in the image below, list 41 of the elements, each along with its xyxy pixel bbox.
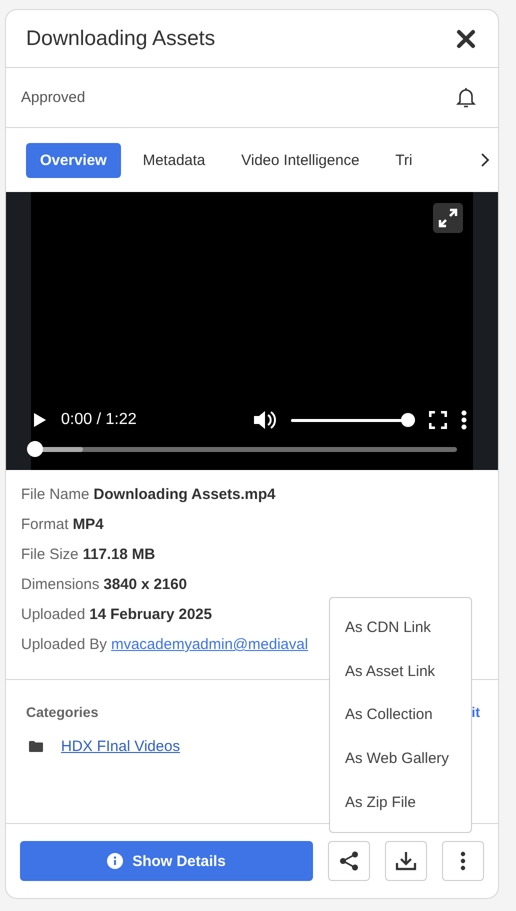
time-display: 0:00 / 1:22 [61,411,137,429]
more-button[interactable] [442,841,484,881]
fullscreen-icon[interactable] [429,411,447,429]
bell-icon[interactable] [456,86,476,109]
menu-item[interactable]: As Asset Link [330,651,471,692]
volume-icon[interactable] [253,409,277,431]
menu-item[interactable]: As Zip File [330,782,471,822]
detail-line: File Name Downloading Assets.mp4 [21,486,277,504]
download-icon [395,851,417,871]
detail-line: File Size 117.18 MB [21,546,156,564]
detail-line: Uploaded By mvacademyadmin@mediaval [21,636,310,654]
menu-item[interactable]: As CDN Link [330,608,471,648]
show-details-button[interactable]: Show Details [20,841,313,881]
share-button[interactable] [328,841,370,881]
info-icon [107,853,124,869]
detail-line: Format MP4 [21,516,105,534]
volume-slider[interactable] [291,412,415,428]
section-heading: Categories [26,704,98,720]
menu-item[interactable]: As Collection [330,694,471,735]
share-icon [339,851,359,871]
tab[interactable]: Metadata [128,142,220,178]
play-icon[interactable] [33,412,47,428]
expand-button[interactable] [433,203,463,233]
tab[interactable]: Overview [26,142,121,178]
chevron-right-icon[interactable] [480,152,490,168]
tab[interactable]: Tri [381,142,426,178]
progress-bar[interactable] [27,440,457,458]
download-button[interactable] [385,841,427,881]
email-link[interactable]: mvacademyadmin@mediaval [111,636,308,653]
edit-link[interactable]: it [471,704,480,720]
more-options-icon[interactable] [461,410,467,430]
close-button[interactable] [456,28,476,48]
detail-line: Uploaded 14 February 2025 [21,606,213,624]
panel-title: Downloading Assets [26,26,216,50]
folder-icon [29,741,43,752]
detail-line: Dimensions 3840 x 2160 [21,576,188,594]
more-icon [460,851,466,871]
menu-item[interactable]: As Web Gallery [330,738,471,779]
status-text: Approved [21,89,86,106]
tab[interactable]: Video Intelligence [227,142,374,178]
category-link[interactable]: HDX FInal Videos [61,738,180,755]
